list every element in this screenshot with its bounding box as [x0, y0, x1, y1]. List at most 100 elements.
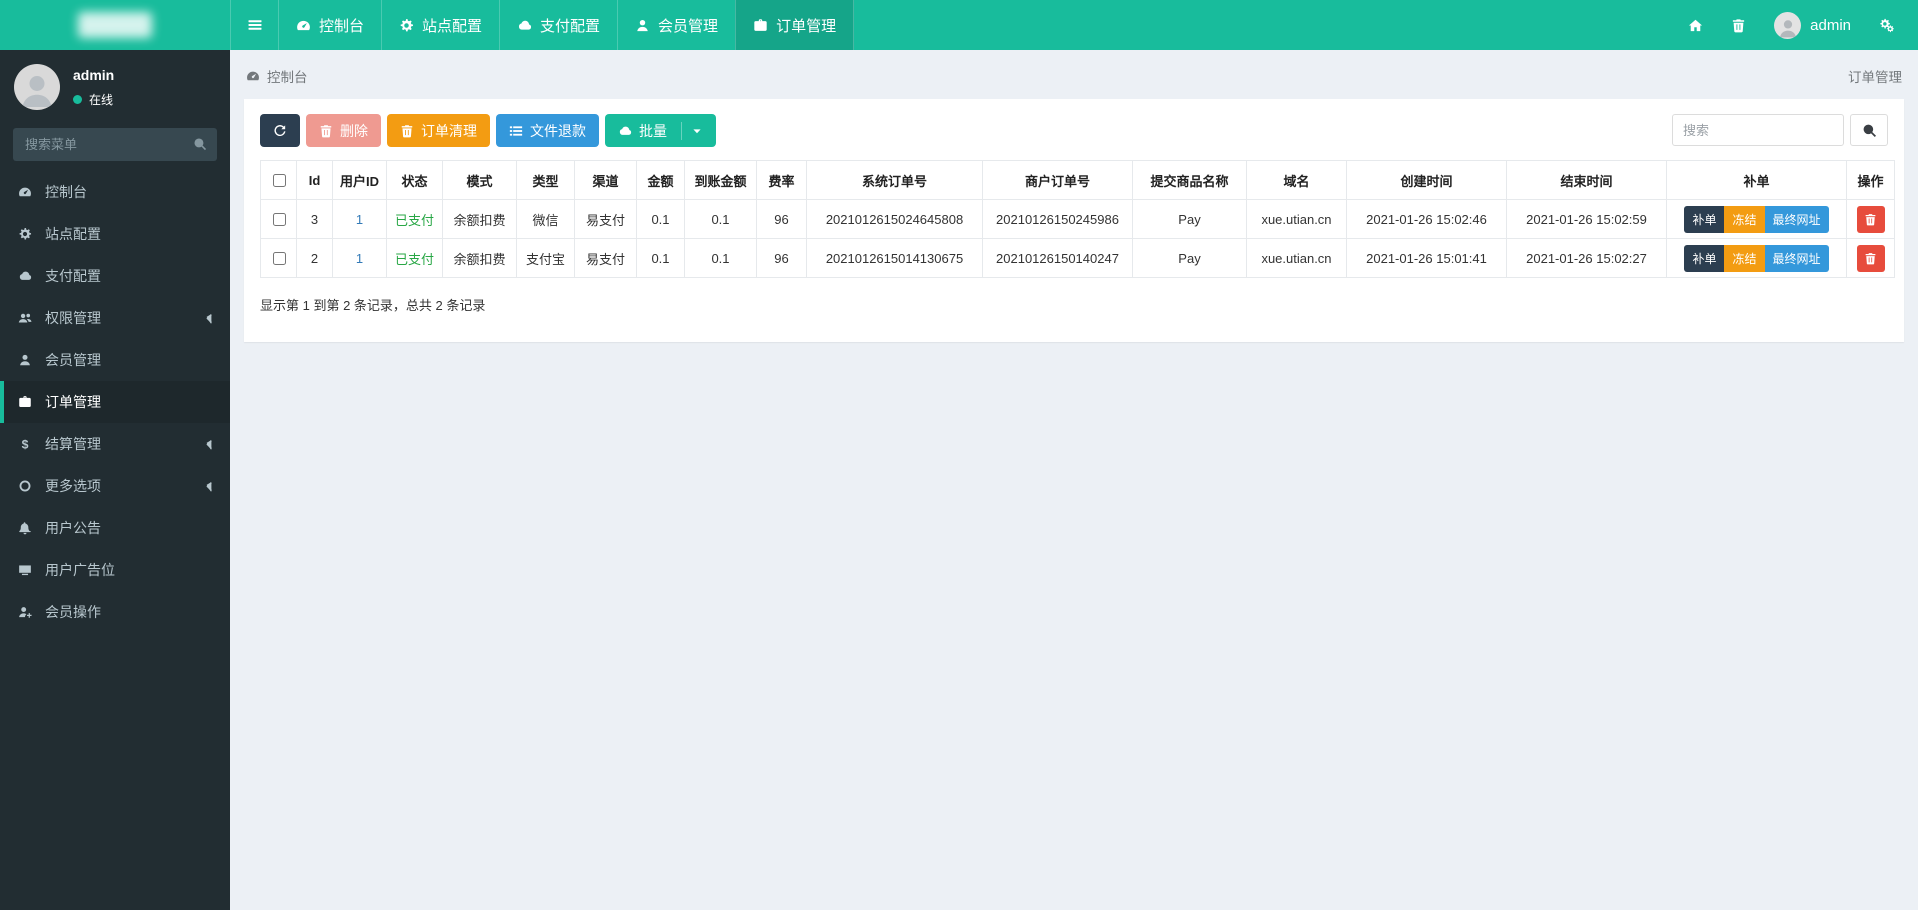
- row-checkbox[interactable]: [272, 212, 286, 226]
- nav-tab-label: 站点配置: [422, 17, 483, 35]
- nav-tab-3[interactable]: 会员管理: [617, 0, 735, 50]
- cell-supplement: 补单 冻结 最终网址: [1666, 238, 1847, 278]
- status-badge: 已支付: [394, 251, 434, 267]
- final-url-button[interactable]: 最终网址: [1764, 244, 1829, 272]
- cell-product: Pay: [1132, 199, 1247, 239]
- cell-channel: 易支付: [574, 199, 637, 239]
- settings-button[interactable]: [1865, 0, 1908, 50]
- user-id-link[interactable]: 1: [356, 212, 363, 227]
- button-label: 删除: [340, 122, 368, 139]
- home-icon: [1688, 18, 1703, 33]
- nav-tab-1[interactable]: 站点配置: [381, 0, 499, 50]
- nav-tab-2[interactable]: 支付配置: [499, 0, 617, 50]
- trash-icon: [319, 124, 333, 138]
- sidebar-item-10[interactable]: 会员操作: [0, 591, 230, 633]
- page-title: 订单管理: [1848, 70, 1902, 85]
- sidebar-item-2[interactable]: 支付配置: [0, 255, 230, 297]
- row-checkbox[interactable]: [272, 251, 286, 265]
- table-search-input[interactable]: [1672, 114, 1844, 146]
- chevron-left-icon: [203, 438, 216, 451]
- nav-tab-4[interactable]: 订单管理: [735, 0, 855, 50]
- cell-arrival: 0.1: [684, 238, 757, 278]
- clear-cache-button[interactable]: [1717, 0, 1760, 50]
- column-header-2: 状态: [386, 160, 443, 200]
- sidebar-toggle-button[interactable]: [230, 0, 278, 50]
- freeze-button[interactable]: 冻结: [1724, 205, 1765, 233]
- orders-panel: 删除 订单清理 文件退款 批量 Id用户ID状态模式类型渠道金额到账金额费率系统订单号…: [244, 99, 1904, 342]
- cell-type: 支付宝: [516, 238, 575, 278]
- records-summary: 显示第 1 到第 2 条记录，总共 2 条记录: [260, 298, 486, 313]
- column-header-8: 费率: [756, 160, 807, 200]
- cell-arrival: 0.1: [684, 199, 757, 239]
- order-clean-button[interactable]: 订单清理: [387, 114, 490, 147]
- supplement-order-button[interactable]: 补单: [1684, 244, 1725, 272]
- search-icon: [1862, 123, 1877, 138]
- cell-created-at: 2021-01-26 15:01:41: [1346, 238, 1507, 278]
- refresh-icon: [273, 124, 287, 138]
- user-id-link[interactable]: 1: [356, 251, 363, 266]
- cell-user-id: 1: [332, 199, 387, 239]
- final-url-button[interactable]: 最终网址: [1764, 205, 1829, 233]
- sidebar-item-label: 支付配置: [45, 268, 101, 284]
- person-icon: [17, 70, 57, 110]
- chevron-left-icon: [203, 312, 216, 325]
- navbar-user-menu[interactable]: admin: [1760, 0, 1865, 50]
- sidebar-item-5[interactable]: 订单管理: [0, 381, 230, 423]
- sidebar-item-8[interactable]: 用户公告: [0, 507, 230, 549]
- navbar-right: admin: [1674, 0, 1918, 50]
- file-refund-button[interactable]: 文件退款: [496, 114, 599, 147]
- delete-button[interactable]: 删除: [306, 114, 381, 147]
- cell-merchant-order-no: 20210126150140247: [982, 238, 1133, 278]
- sidebar-item-label: 会员管理: [45, 352, 101, 368]
- sidebar-item-9[interactable]: 用户广告位: [0, 549, 230, 591]
- column-header-3: 模式: [442, 160, 517, 200]
- nav-tab-label: 订单管理: [776, 17, 837, 35]
- freeze-button[interactable]: 冻结: [1724, 244, 1765, 272]
- sidebar-item-4[interactable]: 会员管理: [0, 339, 230, 381]
- dollar-icon: $: [16, 437, 34, 451]
- batch-button[interactable]: 批量: [605, 114, 716, 147]
- tv-icon: [16, 563, 34, 577]
- search-button[interactable]: [1850, 114, 1888, 146]
- sidebar-item-label: 订单管理: [45, 394, 101, 410]
- cell-type: 微信: [516, 199, 575, 239]
- sidebar-search-input[interactable]: [13, 128, 217, 161]
- breadcrumb[interactable]: 控制台: [246, 66, 308, 86]
- delete-row-button[interactable]: [1856, 205, 1885, 233]
- main-content: 控制台 订单管理 删除 订单清理 文件退款 批量 Id用户ID状态模式类型渠道金额到账…: [230, 0, 1918, 342]
- tachometer-icon: [246, 69, 260, 83]
- column-header-select: [260, 160, 297, 200]
- delete-row-button[interactable]: [1856, 244, 1885, 272]
- sidebar-search: [13, 128, 217, 161]
- button-label: 文件退款: [530, 122, 586, 139]
- trash-icon: [400, 124, 414, 138]
- sidebar-item-1[interactable]: 站点配置: [0, 213, 230, 255]
- user-icon: [635, 18, 650, 33]
- sidebar-item-0[interactable]: 控制台: [0, 171, 230, 213]
- sidebar-menu: 控制台 站点配置支付配置权限管理会员管理订单管理 $ 结算管理更多选项用户公告 用户广告…: [0, 171, 230, 633]
- cell-created-at: 2021-01-26 15:02:46: [1346, 199, 1507, 239]
- column-header-4: 类型: [516, 160, 575, 200]
- cell-status: 已支付: [386, 238, 443, 278]
- sidebar-item-3[interactable]: 权限管理: [0, 297, 230, 339]
- sidebar-item-6[interactable]: $ 结算管理: [0, 423, 230, 465]
- cell-domain: xue.utian.cn: [1246, 199, 1347, 239]
- button-label: 批量: [639, 122, 667, 139]
- column-header-13: 创建时间: [1346, 160, 1507, 200]
- cell-domain: xue.utian.cn: [1246, 238, 1347, 278]
- nav-tab-0[interactable]: 控制台: [278, 0, 381, 50]
- refresh-button[interactable]: [260, 114, 300, 147]
- table-row: 2 1 已支付 余额扣费 支付宝 易支付 0.1 0.1 96 20210126150141306…: [260, 238, 1895, 278]
- chevron-left-icon: [203, 480, 216, 493]
- users-icon: [16, 311, 34, 325]
- cell-actions: [1846, 238, 1895, 278]
- sidebar-user-panel: admin 在线: [0, 50, 230, 122]
- user-status[interactable]: 在线: [73, 91, 114, 108]
- cell-amount: 0.1: [636, 199, 685, 239]
- sidebar-item-7[interactable]: 更多选项: [0, 465, 230, 507]
- select-all-checkbox[interactable]: [272, 173, 286, 187]
- supplement-button-group: 补单 冻结 最终网址: [1684, 205, 1829, 233]
- sidebar-item-label: 更多选项: [45, 478, 101, 494]
- supplement-order-button[interactable]: 补单: [1684, 205, 1725, 233]
- home-button[interactable]: [1674, 0, 1717, 50]
